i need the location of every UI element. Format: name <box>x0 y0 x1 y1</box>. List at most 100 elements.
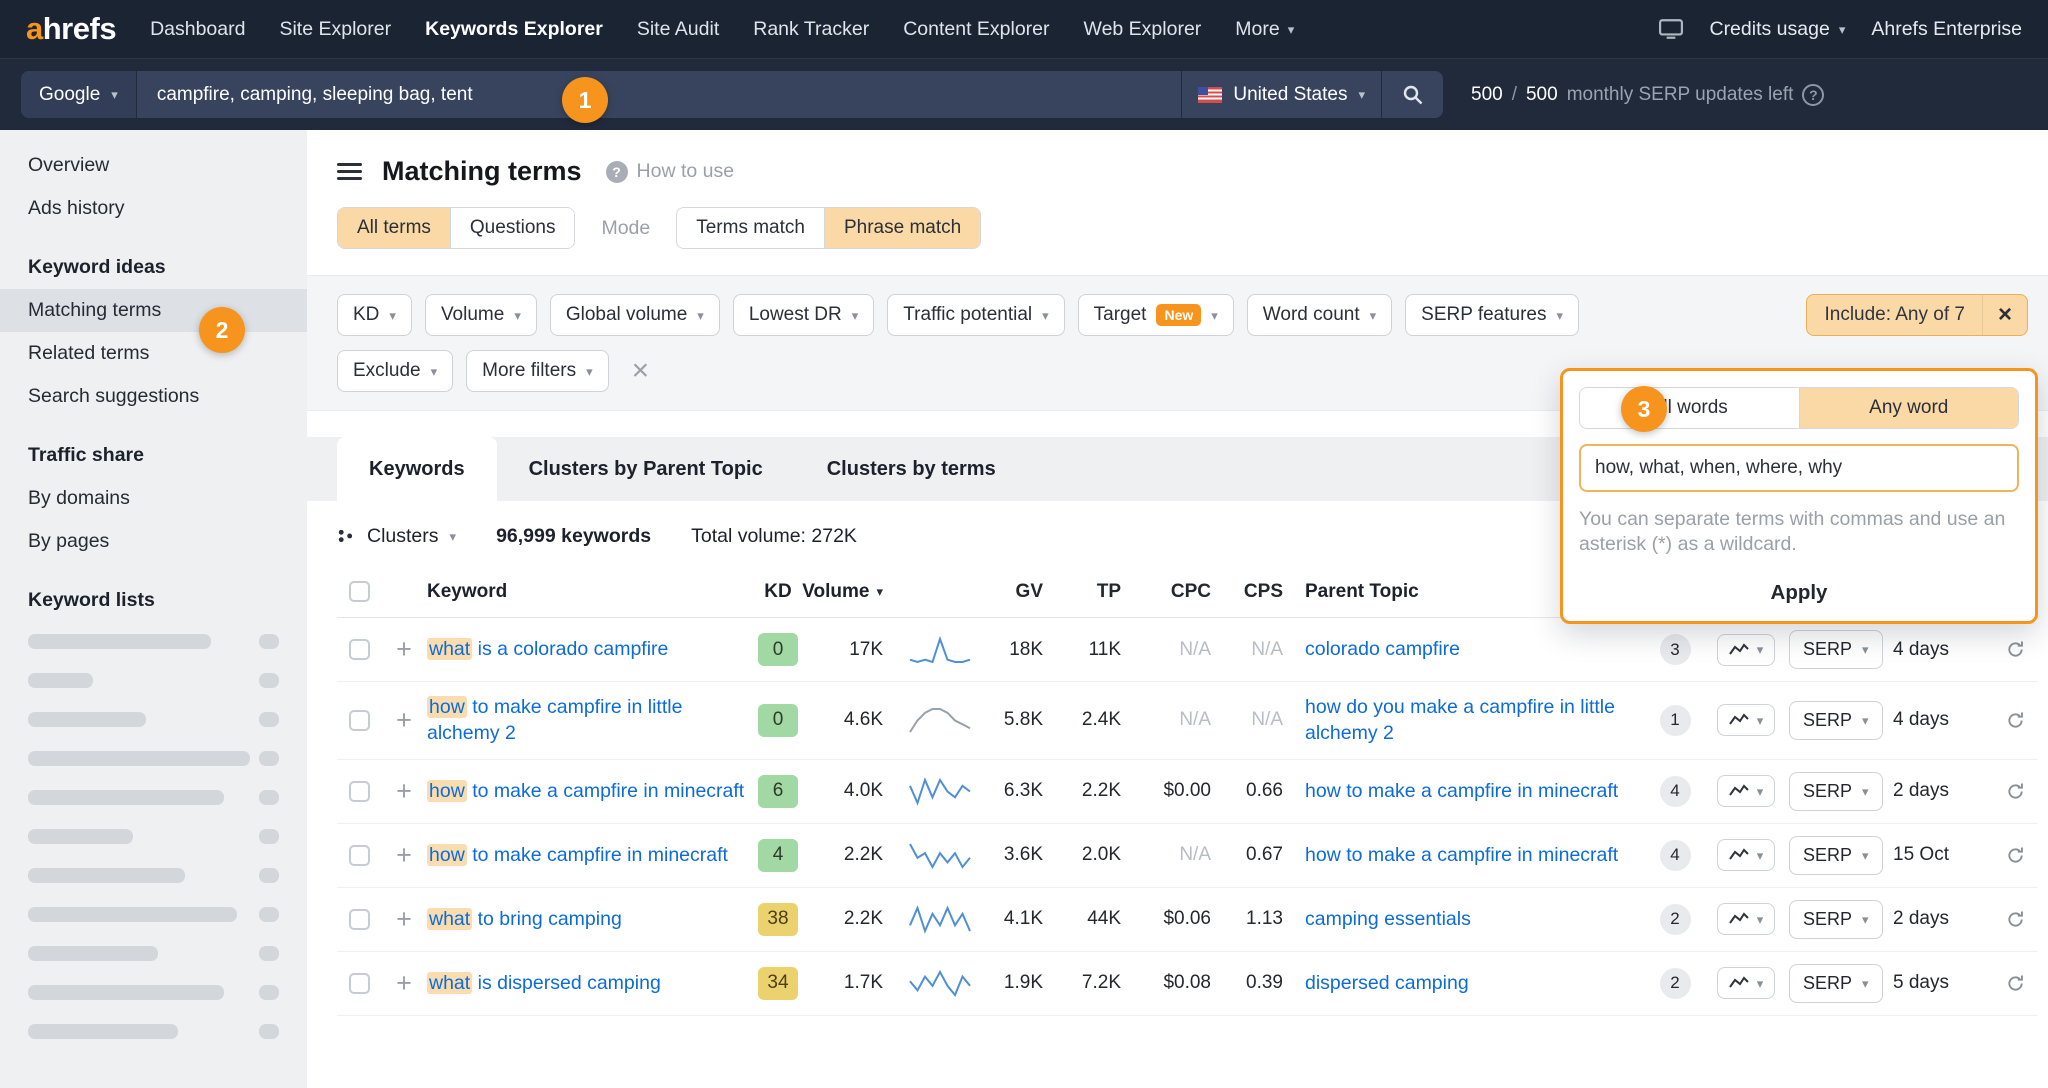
menu-icon[interactable] <box>337 159 362 184</box>
include-terms-input[interactable] <box>1579 444 2019 492</box>
help-icon[interactable]: ? <box>1802 83 1825 106</box>
nav-more-menu[interactable]: More ▾ <box>1235 18 1294 41</box>
tab-keywords[interactable]: Keywords <box>337 437 497 501</box>
col-header-tp[interactable]: TP <box>1061 581 1139 603</box>
col-header-volume[interactable]: Volume ▾ <box>802 581 901 603</box>
keyword-link[interactable]: how to make a campfire in minecraft <box>427 778 744 804</box>
more-filters[interactable]: More filters ▾ <box>466 350 609 392</box>
refresh-icon[interactable] <box>2006 974 2025 993</box>
serp-button[interactable]: SERP ▾ <box>1789 771 1883 811</box>
keyword-link[interactable]: what is dispersed camping <box>427 970 661 996</box>
nav-dashboard[interactable]: Dashboard <box>150 18 245 41</box>
terms-match-tab[interactable]: Terms match <box>677 208 824 248</box>
exclude-filter[interactable]: Exclude ▾ <box>337 350 454 392</box>
col-header-cpc[interactable]: CPC <box>1139 581 1229 603</box>
enterprise-link[interactable]: Ahrefs Enterprise <box>1871 18 2022 41</box>
search-input[interactable]: campfire, camping, sleeping bag, tent <box>136 71 1182 118</box>
nav-web-explorer[interactable]: Web Explorer <box>1084 18 1202 41</box>
row-checkbox[interactable] <box>348 908 370 930</box>
add-to-list-button[interactable]: + <box>381 969 427 997</box>
all-terms-tab[interactable]: All terms <box>338 208 450 248</box>
sidebar-item-keyword-list-redacted[interactable] <box>0 934 307 973</box>
keyword-link[interactable]: what to bring camping <box>427 906 622 932</box>
sidebar-item-keyword-list-redacted[interactable] <box>0 1012 307 1051</box>
global-volume-filter[interactable]: Global volume ▾ <box>549 294 720 336</box>
serp-button[interactable]: SERP ▾ <box>1789 835 1883 875</box>
clusters-toggle[interactable]: Clusters ▾ <box>337 525 456 548</box>
lowest-dr-filter[interactable]: Lowest DR ▾ <box>732 294 875 336</box>
sidebar-item-keyword-list-redacted[interactable] <box>0 661 307 700</box>
credits-usage-menu[interactable]: Credits usage ▾ <box>1709 18 1845 41</box>
sidebar-item-overview[interactable]: Overview <box>0 144 307 187</box>
keyword-link[interactable]: what is a colorado campfire <box>427 636 668 662</box>
sidebar-item-keyword-list-redacted[interactable] <box>0 817 307 856</box>
clear-filters-icon[interactable]: × <box>632 356 650 386</box>
row-checkbox[interactable] <box>348 844 370 866</box>
serp-features-filter[interactable]: SERP features ▾ <box>1405 294 1579 336</box>
search-button[interactable] <box>1381 71 1443 118</box>
parent-topic-link[interactable]: how do you make a campfire in little alc… <box>1305 694 1627 747</box>
close-icon[interactable]: × <box>1981 295 2027 335</box>
parent-topic-link[interactable]: dispersed camping <box>1305 970 1469 996</box>
sidebar-item-keyword-list-redacted[interactable] <box>0 856 307 895</box>
phrase-match-tab[interactable]: Phrase match <box>823 208 981 248</box>
col-header-gv[interactable]: GV <box>979 581 1061 603</box>
serp-button[interactable]: SERP ▾ <box>1789 963 1883 1003</box>
row-checkbox[interactable] <box>348 639 370 660</box>
row-checkbox[interactable] <box>348 709 370 731</box>
select-all-checkbox[interactable] <box>348 581 370 602</box>
nav-rank-tracker[interactable]: Rank Tracker <box>753 18 869 41</box>
refresh-icon[interactable] <box>2006 711 2025 730</box>
sidebar-item-keyword-list-redacted[interactable] <box>0 739 307 778</box>
row-checkbox[interactable] <box>348 972 370 994</box>
word-count-filter[interactable]: Word count ▾ <box>1246 294 1393 336</box>
parent-topic-link[interactable]: colorado campfire <box>1305 636 1460 662</box>
apply-button[interactable]: Apply <box>1579 573 2019 613</box>
keyword-link[interactable]: how to make campfire in minecraft <box>427 842 728 868</box>
nav-site-audit[interactable]: Site Audit <box>637 18 719 41</box>
parent-topic-link[interactable]: how to make a campfire in minecraft <box>1305 842 1618 868</box>
all-words-tab[interactable]: All words <box>1580 388 1799 428</box>
how-to-use-link[interactable]: ? How to use <box>605 160 734 183</box>
sidebar-item-keyword-list-redacted[interactable] <box>0 700 307 739</box>
ahrefs-logo[interactable]: ahrefs <box>26 11 117 47</box>
add-to-list-button[interactable]: + <box>381 905 427 933</box>
any-word-tab[interactable]: Any word <box>1798 388 2018 428</box>
nav-keywords-explorer[interactable]: Keywords Explorer <box>425 18 603 41</box>
tab-clusters-by-terms[interactable]: Clusters by terms <box>795 437 1028 501</box>
refresh-icon[interactable] <box>2006 782 2025 801</box>
position-history-button[interactable]: ▾ <box>1716 633 1776 666</box>
tab-clusters-by-parent-topic[interactable]: Clusters by Parent Topic <box>497 437 795 501</box>
row-checkbox[interactable] <box>348 780 370 802</box>
parent-topic-link[interactable]: how to make a campfire in minecraft <box>1305 778 1618 804</box>
search-engine-select[interactable]: Google ▾ <box>21 71 137 118</box>
country-select[interactable]: United States ▾ <box>1181 71 1381 118</box>
position-history-button[interactable]: ▾ <box>1716 967 1776 1000</box>
position-history-button[interactable]: ▾ <box>1716 903 1776 936</box>
nav-content-explorer[interactable]: Content Explorer <box>903 18 1049 41</box>
add-to-list-button[interactable]: + <box>381 841 427 869</box>
sidebar-item-by-domains[interactable]: By domains <box>0 477 307 520</box>
add-to-list-button[interactable]: + <box>381 706 427 734</box>
serp-button[interactable]: SERP ▾ <box>1789 700 1883 740</box>
col-header-kd[interactable]: KD <box>747 581 809 603</box>
refresh-icon[interactable] <box>2006 846 2025 865</box>
position-history-button[interactable]: ▾ <box>1716 775 1776 808</box>
monitor-icon[interactable] <box>1659 19 1684 39</box>
add-to-list-button[interactable]: + <box>381 636 427 663</box>
position-history-button[interactable]: ▾ <box>1716 839 1776 872</box>
questions-tab[interactable]: Questions <box>449 208 575 248</box>
col-header-cps[interactable]: CPS <box>1229 581 1301 603</box>
refresh-icon[interactable] <box>2006 910 2025 929</box>
sidebar-item-related-terms[interactable]: Related terms <box>0 332 307 375</box>
traffic-potential-filter[interactable]: Traffic potential ▾ <box>887 294 1065 336</box>
sidebar-item-keyword-list-redacted[interactable] <box>0 895 307 934</box>
sidebar-item-keyword-list-redacted[interactable] <box>0 973 307 1012</box>
sidebar-item-by-pages[interactable]: By pages <box>0 520 307 563</box>
sidebar-item-keyword-list-redacted[interactable] <box>0 622 307 661</box>
keyword-link[interactable]: how to make campfire in little alchemy 2 <box>427 694 747 747</box>
serp-button[interactable]: SERP ▾ <box>1789 899 1883 939</box>
serp-button[interactable]: SERP ▾ <box>1789 630 1883 669</box>
col-header-keyword[interactable]: Keyword <box>427 581 747 603</box>
target-filter[interactable]: Target New ▾ <box>1077 294 1234 336</box>
